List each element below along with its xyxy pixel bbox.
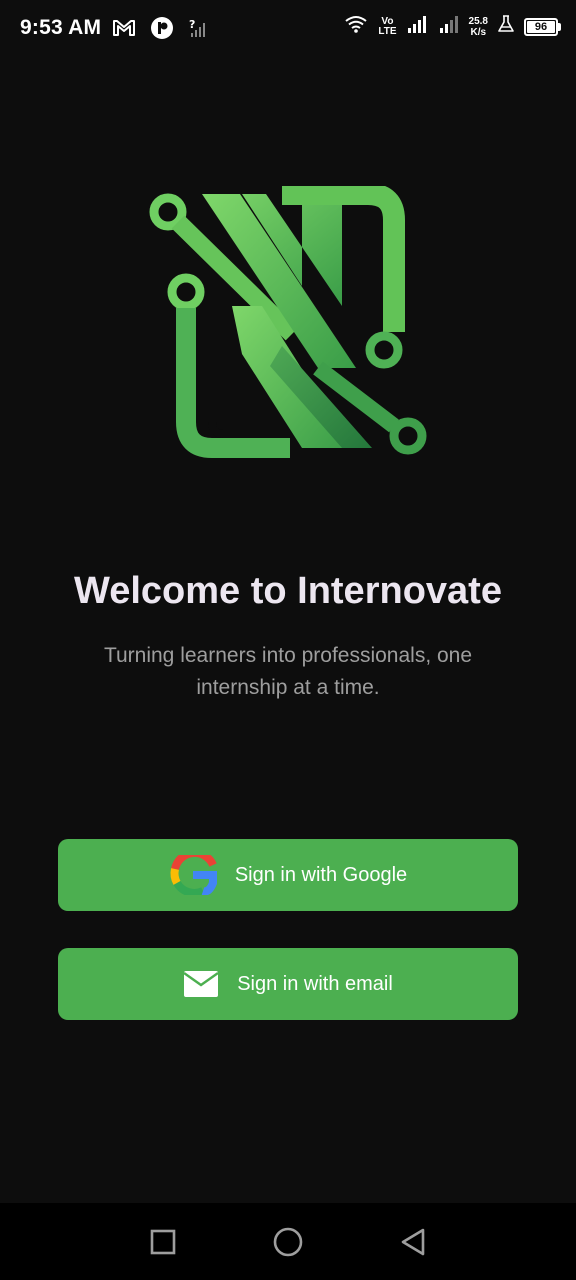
volte-bottom-label: LTE: [378, 25, 397, 37]
circle-icon: [273, 1227, 303, 1256]
app-notification-icon: [150, 16, 174, 45]
no-sim-signal-icon: ?: [188, 17, 210, 44]
home-button[interactable]: [268, 1222, 308, 1262]
tagline: Turning learners into professionals, one…: [103, 644, 473, 699]
status-right-icons: Vo LTE 25.8 K/s 96: [344, 14, 561, 39]
signal-2-icon: [439, 14, 459, 39]
recents-button[interactable]: [143, 1222, 183, 1262]
volte-top-label: Vo: [381, 15, 394, 27]
net-speed-unit: K/s: [470, 26, 487, 38]
wifi-icon: [344, 14, 368, 39]
email-icon: [183, 970, 219, 998]
back-button[interactable]: [393, 1222, 433, 1262]
net-speed: 25.8 K/s: [469, 16, 488, 38]
battery-level: 96: [534, 20, 548, 33]
navigation-bar: [0, 1203, 576, 1280]
status-bar: 9:53 AM ? Vo LTE 25.8 K/s 96: [0, 0, 576, 58]
net-speed-value: 25.8: [468, 15, 488, 27]
svg-text:?: ?: [189, 18, 195, 31]
gmail-icon: [112, 18, 136, 43]
sign-in-google-button[interactable]: Sign in with Google: [58, 839, 518, 911]
flask-icon: [498, 15, 514, 38]
signal-icon: [407, 14, 429, 39]
status-time: 9:53 AM: [20, 16, 102, 39]
volte-indicator: Vo LTE: [378, 15, 397, 37]
triangle-back-icon: [402, 1228, 425, 1255]
sign-in-email-button[interactable]: Sign in with email: [58, 948, 518, 1020]
square-icon: [150, 1229, 175, 1254]
welcome-title: Welcome to Internovate: [74, 570, 502, 612]
sign-in-email-label: Sign in with email: [237, 972, 393, 995]
status-left-icons: ?: [112, 16, 210, 45]
battery-icon: 96: [524, 17, 561, 36]
google-icon: [169, 855, 217, 895]
internovate-logo-icon: [142, 183, 434, 460]
sign-in-google-label: Sign in with Google: [234, 863, 408, 886]
